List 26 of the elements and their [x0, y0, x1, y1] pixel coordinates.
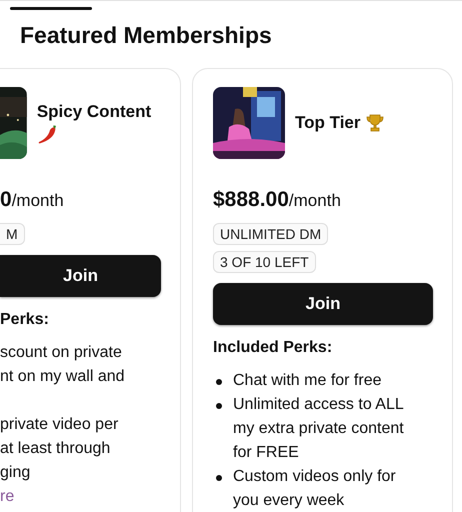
perk-text: nt on my wall and [0, 367, 126, 387]
price: 0/month [0, 187, 65, 213]
more-link[interactable]: re [0, 485, 160, 509]
perk-text: at least through [0, 439, 112, 459]
perks-heading: Perks: [0, 310, 50, 330]
membership-badge: M [0, 223, 25, 245]
price: $888.00/month [213, 187, 342, 213]
perk-text: Unlimited access to ALL my extra private content for FREE [233, 395, 405, 463]
perk-text: private video per [0, 415, 120, 435]
perks-heading: Included Perks: [213, 338, 334, 358]
join-button[interactable]: Join [0, 255, 161, 297]
chili-pepper-icon [36, 124, 59, 146]
bullet-icon [216, 475, 222, 481]
perk-text: ging [0, 463, 32, 483]
membership-badge: 3 OF 10 LEFT [213, 251, 316, 273]
trophy-icon [364, 113, 384, 133]
membership-title: Spicy Content [36, 101, 152, 123]
membership-badge: UNLIMITED DM [213, 223, 328, 245]
perk-text: Custom videos only for you every week [233, 467, 397, 511]
perk-text: scount on private [0, 343, 123, 363]
bullet-icon [216, 403, 222, 409]
perk-text: Chat with me for free [233, 371, 382, 391]
section-heading: Featured Memberships [20, 21, 273, 49]
membership-title: Top Tier [295, 112, 360, 134]
bullet-icon [216, 379, 222, 385]
join-button[interactable]: Join [213, 283, 433, 325]
